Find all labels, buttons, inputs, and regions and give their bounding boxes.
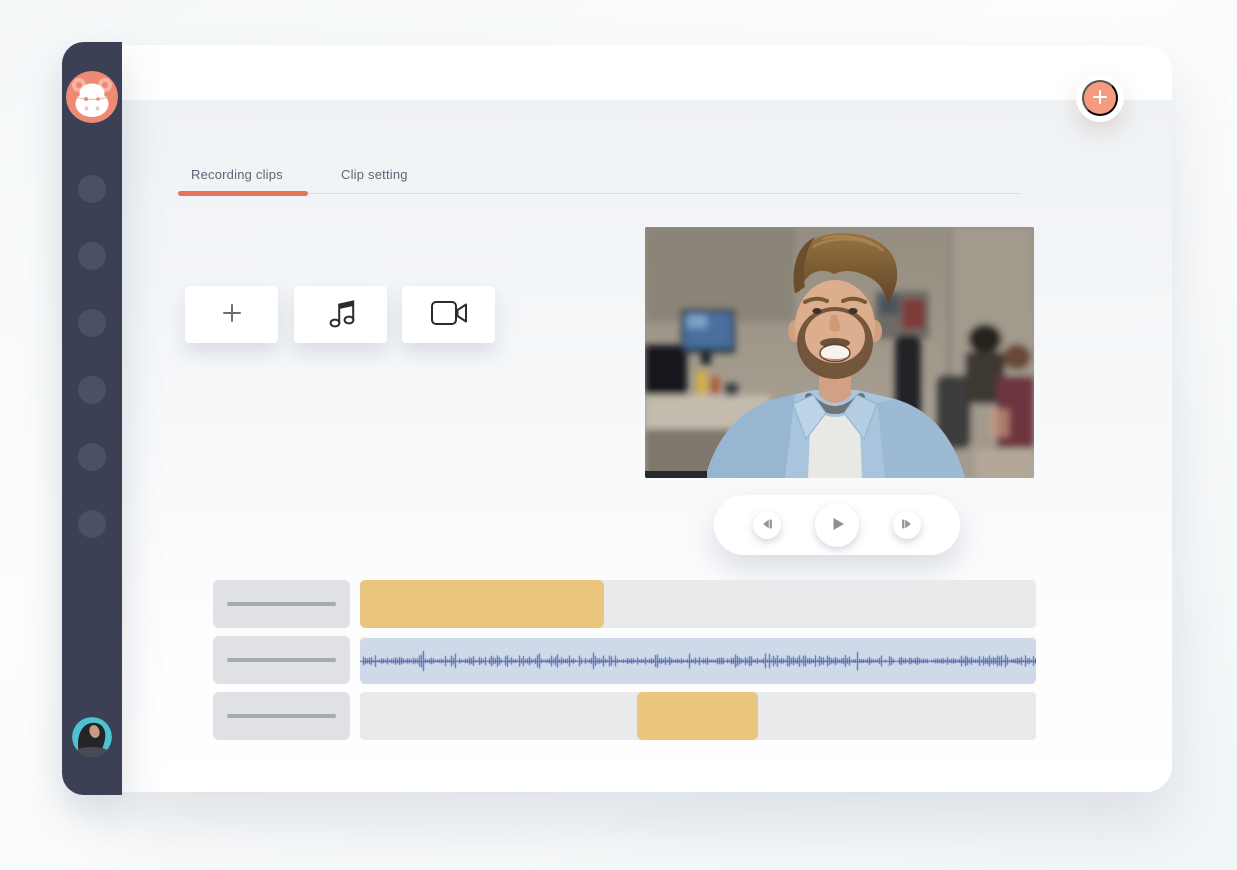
sidebar-item-4[interactable] [78, 376, 106, 404]
track-1-lane [360, 580, 1036, 628]
sidebar-item-5[interactable] [78, 443, 106, 471]
track-1-label-handle[interactable] [213, 580, 350, 628]
track-1-clip[interactable] [360, 580, 604, 628]
timeline-track-1 [213, 580, 1036, 628]
music-note-icon [323, 295, 359, 334]
app-logo[interactable] [66, 71, 118, 123]
plus-icon [1092, 89, 1108, 108]
playback-controls [714, 495, 960, 555]
track-3-label-handle[interactable] [213, 692, 350, 740]
add-music-button[interactable] [294, 286, 387, 343]
step-backward-icon [760, 517, 774, 534]
sidebar [62, 42, 122, 795]
step-forward-icon [900, 517, 914, 534]
main-panel: Recording clips Clip setting [122, 45, 1172, 792]
fab-ring [1076, 74, 1124, 122]
track-3-lane [360, 692, 1036, 740]
plus-icon [220, 301, 244, 328]
add-clip-fab-button[interactable] [1082, 80, 1118, 116]
sidebar-item-2[interactable] [78, 242, 106, 270]
audio-waveform-clip[interactable] [360, 636, 1036, 684]
user-avatar-photo [72, 744, 112, 757]
audio-waveform-canvas [360, 639, 1036, 683]
tab-recording-clips[interactable]: Recording clips [191, 167, 283, 182]
sidebar-item-3[interactable] [78, 309, 106, 337]
sidebar-item-6[interactable] [78, 510, 106, 538]
add-video-button[interactable] [402, 286, 495, 343]
track-2-lane [360, 636, 1036, 684]
add-track-button[interactable] [185, 286, 278, 343]
tab-clip-setting[interactable]: Clip setting [341, 167, 408, 182]
active-tab-indicator [178, 191, 308, 196]
smiling-man-office-photo [645, 465, 1034, 478]
track-2-label-handle[interactable] [213, 636, 350, 684]
timeline-track-2 [213, 636, 1036, 684]
user-avatar[interactable] [72, 717, 112, 757]
play-icon [827, 514, 847, 537]
step-forward-button[interactable] [893, 511, 921, 539]
video-camera-icon [429, 298, 469, 331]
monkey-logo-icon [66, 110, 118, 123]
sidebar-item-1[interactable] [78, 175, 106, 203]
play-button[interactable] [815, 503, 859, 547]
timeline-track-3 [213, 692, 1036, 740]
step-backward-button[interactable] [753, 511, 781, 539]
video-preview [645, 227, 1034, 478]
track-3-clip[interactable] [637, 692, 758, 740]
